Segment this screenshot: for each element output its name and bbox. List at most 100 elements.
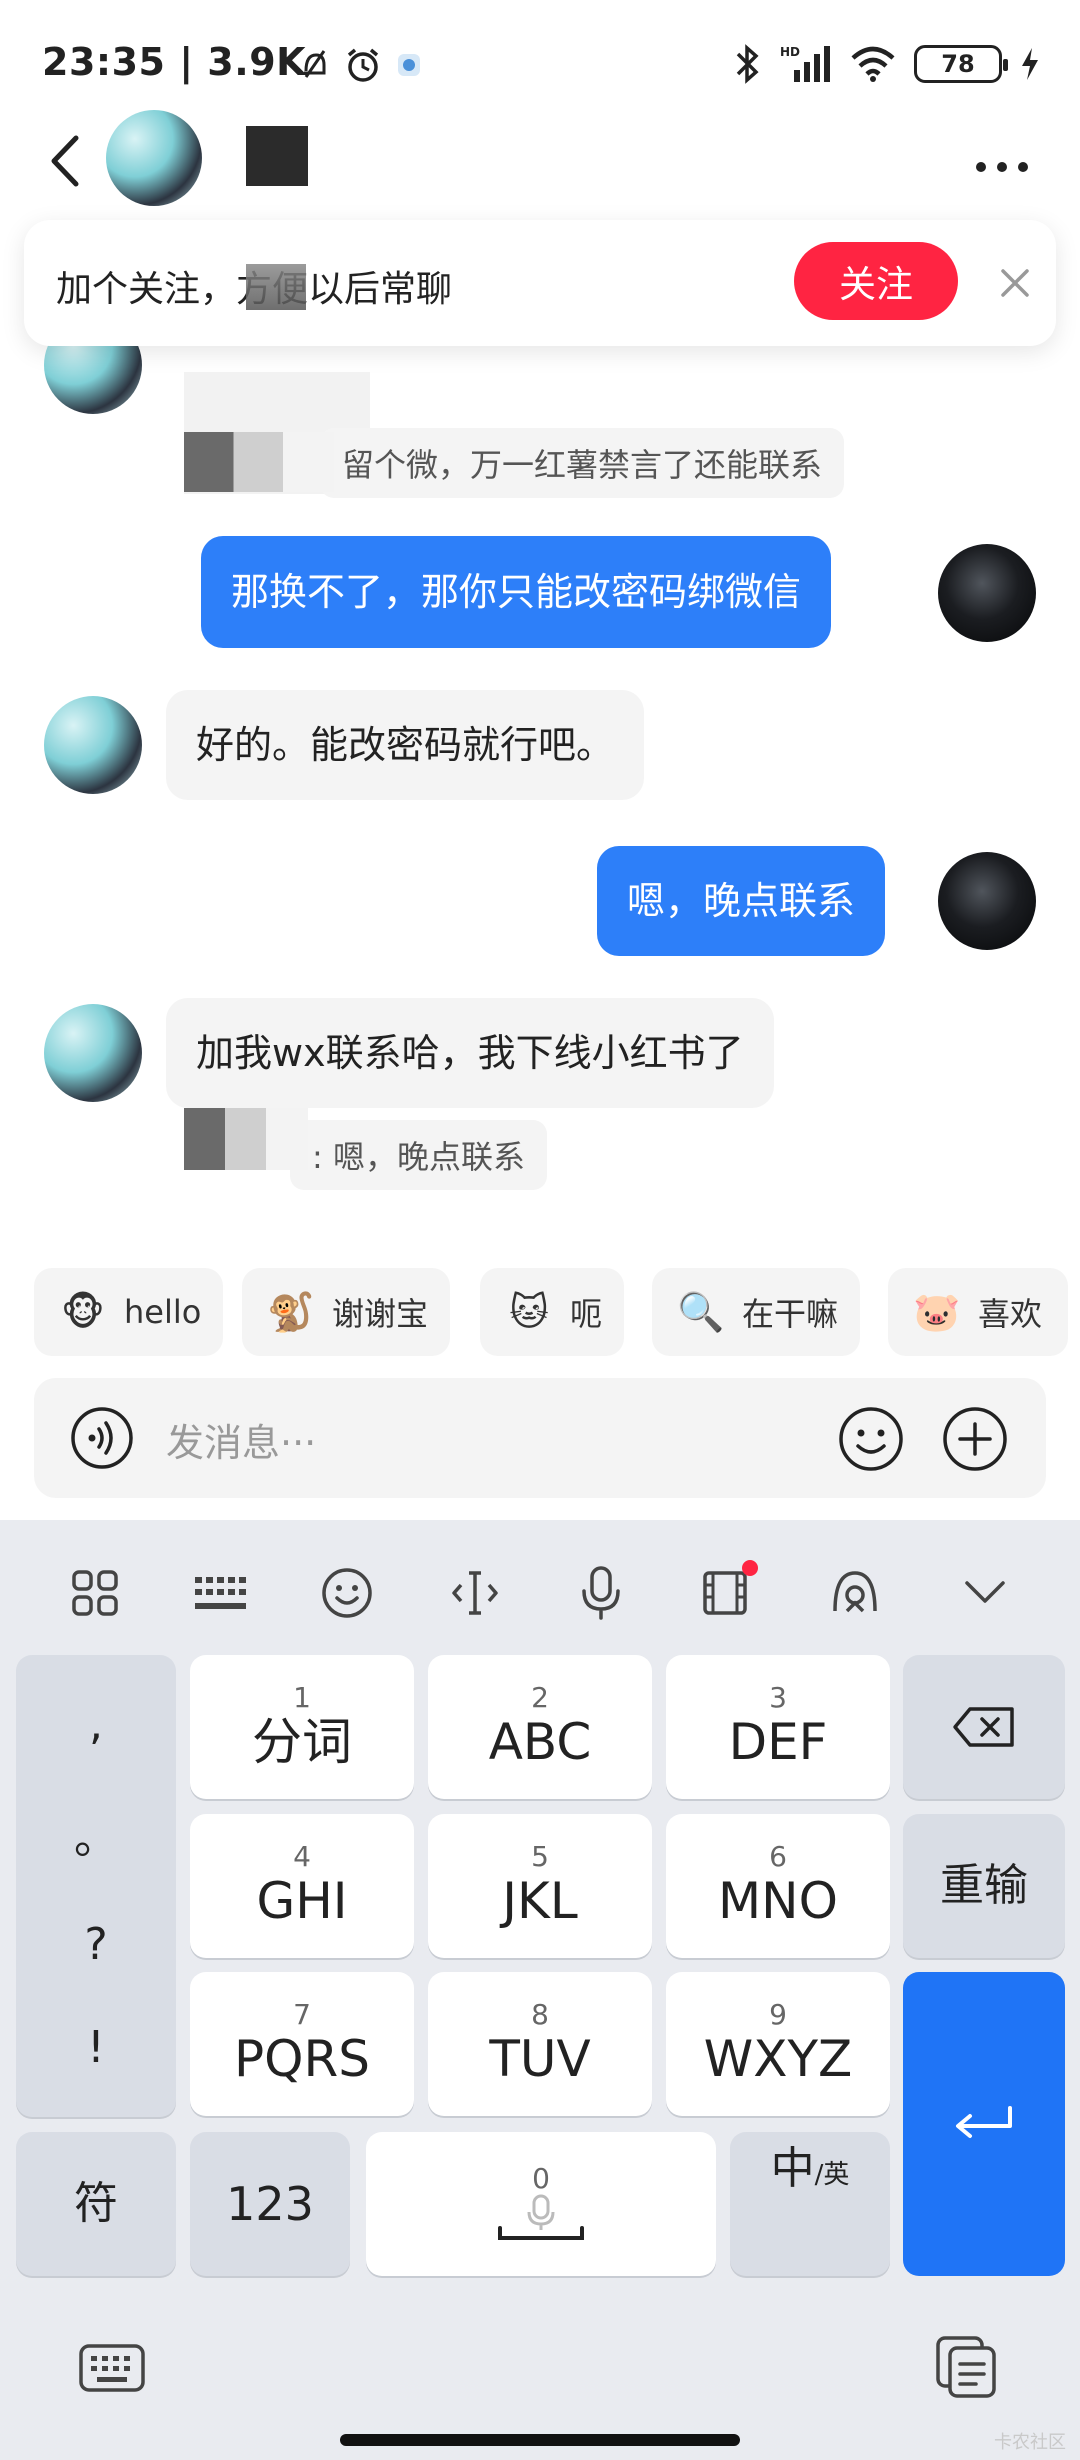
key-9[interactable]: 9 WXYZ: [666, 1972, 890, 2116]
quick-reply-like[interactable]: 🐷 喜欢: [888, 1268, 1068, 1356]
retype-key[interactable]: 重输: [903, 1814, 1065, 1958]
key-7[interactable]: 7 PQRS: [190, 1972, 414, 2116]
wifi-icon: [851, 46, 895, 82]
key-label: WXYZ: [703, 2030, 853, 2088]
key-label: MNO: [718, 1872, 838, 1930]
quote-chip[interactable]: 留个微，万一红薯禁言了还能联系: [320, 428, 845, 498]
follow-button[interactable]: 关注: [794, 242, 958, 320]
key-8[interactable]: 8 TUV: [428, 1972, 652, 2116]
punct-period-key[interactable]: 。: [74, 1802, 118, 1866]
keyboard-layout-icon: [195, 1577, 246, 1609]
smiley-icon: [322, 1568, 372, 1618]
symbols-key[interactable]: 符: [16, 2132, 176, 2276]
keyboard-icon: [79, 2344, 145, 2392]
key-label: 分词: [252, 1713, 352, 1771]
clipboard-icon: [936, 2336, 996, 2398]
key-label: GHI: [256, 1872, 348, 1930]
message-input[interactable]: 发消息···: [166, 1412, 316, 1467]
voice-wave-icon: [71, 1407, 133, 1469]
avatar[interactable]: [44, 696, 142, 794]
quick-reply-thanks[interactable]: 🐒 谢谢宝: [242, 1268, 451, 1356]
quick-reply-label: 呃: [570, 1295, 603, 1333]
key-6[interactable]: 6 MNO: [666, 1814, 890, 1958]
punct-question-key[interactable]: ?: [84, 1919, 107, 1970]
notification-dot: [742, 1560, 758, 1576]
message-bubble-in[interactable]: 好的。能改密码就行吧。: [166, 690, 645, 800]
quick-reply-hello[interactable]: 🐵 hello: [34, 1268, 224, 1356]
kb-clip-button[interactable]: [692, 1558, 762, 1628]
status-left-icons: [300, 46, 422, 84]
punctuation-column[interactable]: , 。 ? !: [16, 1655, 176, 2117]
message-bubble-out[interactable]: 那换不了，那你只能改密码绑微信: [201, 536, 832, 648]
contact-name-redacted: [246, 126, 308, 186]
kb-cursor-button[interactable]: [440, 1558, 510, 1628]
my-avatar[interactable]: [938, 852, 1036, 950]
key-number: 8: [531, 1998, 549, 2031]
key-label: DEF: [728, 1713, 828, 1771]
enter-key[interactable]: [903, 1972, 1065, 2276]
key-number: 1: [293, 1681, 311, 1714]
enter-arrow-icon: [956, 2106, 1012, 2138]
key-2[interactable]: 2 ABC: [428, 1655, 652, 1799]
chevron-left-icon: [51, 135, 79, 187]
redacted-mosaic: [246, 264, 306, 310]
text-cursor-icon: [452, 1571, 498, 1615]
quick-reply-label: hello: [124, 1293, 202, 1331]
key-label: 重输: [940, 1860, 1028, 1911]
emoji-button[interactable]: [838, 1406, 904, 1472]
message-bubble-in[interactable]: 加我wx联系哈，我下线小红书了: [166, 998, 774, 1108]
microphone-icon: [582, 1566, 620, 1620]
add-attachment-button[interactable]: [942, 1406, 1008, 1472]
numbers-key[interactable]: 123: [190, 2132, 350, 2276]
kb-layout-button[interactable]: [186, 1558, 256, 1628]
space-mic-icon: [498, 2194, 584, 2240]
key-3[interactable]: 3 DEF: [666, 1655, 890, 1799]
clipboard-button[interactable]: [934, 2334, 1004, 2404]
alarm-icon: [347, 48, 379, 82]
more-button[interactable]: [974, 150, 1030, 174]
punct-exclaim-key[interactable]: !: [87, 2022, 105, 2073]
quote-text: : 嗯，晚点联系: [312, 1138, 525, 1176]
keyboard-switch-button[interactable]: [78, 2340, 148, 2400]
quick-reply-uh[interactable]: 🐱 呃: [480, 1268, 625, 1356]
key-5[interactable]: 5 JKL: [428, 1814, 652, 1958]
clock: 23:35: [42, 40, 166, 84]
key-label: 符: [74, 2178, 118, 2229]
punct-comma-key[interactable]: ,: [89, 1699, 103, 1750]
network-speed: | 3.9K: [179, 40, 307, 84]
svg-text:HD: HD: [780, 45, 800, 59]
mute-icon: [304, 50, 326, 78]
plus-circle-icon: [943, 1407, 1007, 1471]
back-button[interactable]: [40, 126, 90, 196]
close-icon: [1001, 269, 1029, 297]
voice-toggle-button[interactable]: [70, 1406, 134, 1470]
kb-voice-button[interactable]: [566, 1558, 636, 1628]
message-text: 那换不了，那你只能改密码绑微信: [231, 570, 802, 614]
key-label: 123: [226, 2177, 314, 2231]
language-switch-key[interactable]: 中 /英: [730, 2132, 890, 2276]
chevron-down-icon: [965, 1581, 1005, 1603]
quick-reply-whatsup[interactable]: 🔍 在干嘛: [652, 1268, 861, 1356]
ai-swirl-icon: [833, 1571, 877, 1613]
watermark: 卡农社区: [994, 2432, 1066, 2453]
space-key[interactable]: 0: [366, 2132, 716, 2276]
quote-chip[interactable]: : 嗯，晚点联系: [290, 1120, 547, 1190]
close-banner-button[interactable]: [990, 258, 1040, 308]
key-4[interactable]: 4 GHI: [190, 1814, 414, 1958]
kb-handwriting-button[interactable]: [820, 1558, 890, 1628]
kb-emoji-button[interactable]: [312, 1558, 382, 1628]
kb-toolbox-button[interactable]: [60, 1558, 130, 1628]
contact-avatar[interactable]: [106, 110, 202, 206]
key-1[interactable]: 1 分词: [190, 1655, 414, 1799]
home-indicator[interactable]: [340, 2434, 740, 2446]
pig-sticker-icon: 🐷: [913, 1290, 961, 1334]
avatar[interactable]: [44, 1004, 142, 1102]
kb-hide-button[interactable]: [950, 1558, 1020, 1628]
message-bubble-out[interactable]: 嗯，晚点联系: [597, 846, 886, 956]
grid-icon: [72, 1570, 118, 1616]
backspace-icon: [953, 1707, 1014, 1747]
key-number: 5: [531, 1840, 549, 1873]
my-avatar[interactable]: [938, 544, 1036, 642]
key-number: 2: [531, 1681, 549, 1714]
backspace-key[interactable]: [903, 1655, 1065, 1799]
